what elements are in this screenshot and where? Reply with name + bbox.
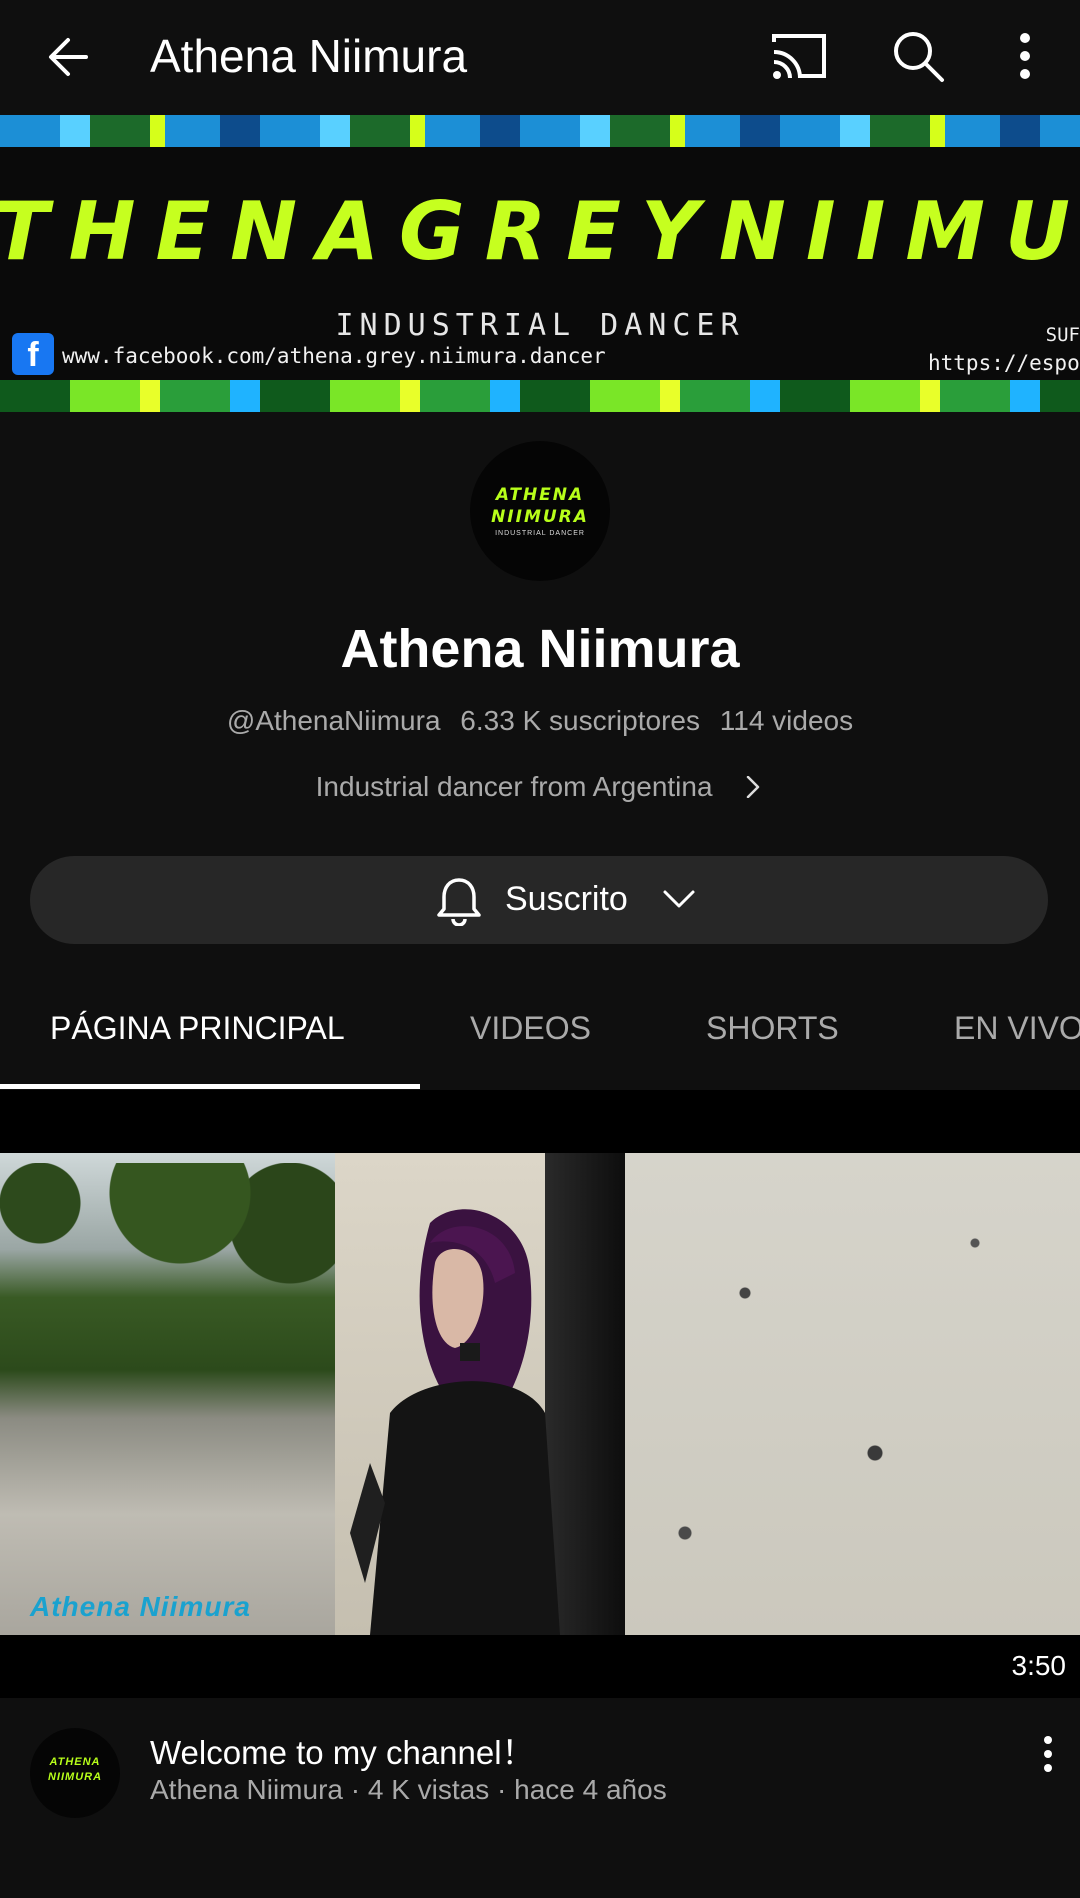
avatar-text-line2: NIIMURA: [491, 507, 589, 527]
subscribed-button[interactable]: Suscrito: [30, 856, 1048, 944]
tab-live[interactable]: EN VIVO: [954, 1010, 1080, 1047]
channel-tabs: PÁGINA PRINCIPAL VIDEOS SHORTS EN VIVO: [0, 980, 1080, 1092]
active-tab-indicator: [0, 1084, 420, 1089]
tab-videos[interactable]: VIDEOS: [470, 1010, 591, 1047]
banner-stripe-bottom: [0, 380, 1080, 412]
banner-brand-text: THENAGREYNIIMU: [0, 185, 1080, 278]
channel-name: Athena Niimura: [340, 619, 740, 679]
chevron-down-icon: [663, 890, 695, 908]
more-vert-icon[interactable]: [1036, 1734, 1060, 1774]
channel-meta: @AthenaNiimura 6.33 K suscriptores 114 v…: [0, 705, 1080, 737]
thumbnail-person: [350, 1209, 560, 1635]
video-title[interactable]: Welcome to my channel！: [150, 1726, 535, 1774]
tab-home[interactable]: PÁGINA PRINCIPAL: [50, 1010, 345, 1047]
thumbnail-trees: [0, 1163, 340, 1303]
cast-icon[interactable]: [770, 30, 830, 82]
video-info-row[interactable]: ATHENA NIIMURA Welcome to my channel！ At…: [0, 1698, 1080, 1848]
channel-handle: @AthenaNiimura: [226, 705, 441, 736]
video-meta: Athena Niimura · 4 K vistas · hace 4 año…: [150, 1774, 667, 1805]
bell-icon: [437, 878, 481, 926]
subscriber-count: 6.33 K suscriptores: [460, 705, 700, 736]
banner-stripe-top: [0, 115, 1080, 147]
video-thumbnail[interactable]: Athena Niimura: [0, 1153, 1080, 1635]
facebook-icon: f: [12, 333, 54, 375]
video-count: 114 videos: [719, 705, 854, 736]
channel-banner: THENAGREYNIIMU INDUSTRIAL DANCER f www.f…: [0, 115, 1080, 412]
subscribed-label: Suscrito: [505, 880, 628, 918]
top-app-bar: Athena Niimura: [0, 0, 1080, 115]
video-duration: 3:50: [1011, 1650, 1067, 1681]
avatar-text-line2: NIIMURA: [47, 1771, 103, 1783]
arrow-left-icon[interactable]: [40, 27, 100, 87]
avatar-text-line3: INDUSTRIAL DANCER: [495, 530, 585, 537]
chevron-right-icon: [747, 776, 760, 798]
avatar-text-line1: ATHENA: [495, 485, 585, 505]
search-icon[interactable]: [890, 28, 946, 84]
banner-right-label: SUF: [1045, 324, 1080, 346]
page-title: Athena Niimura: [150, 30, 468, 82]
avatar-text-line1: ATHENA: [49, 1756, 101, 1768]
featured-video-player[interactable]: Athena Niimura 3:50: [0, 1090, 1080, 1698]
channel-avatar[interactable]: ATHENA NIIMURA INDUSTRIAL DANCER: [470, 441, 610, 581]
thumbnail-watermark: Athena Niimura: [30, 1591, 251, 1622]
tab-shorts[interactable]: SHORTS: [706, 1010, 839, 1047]
banner-facebook-url: www.facebook.com/athena.grey.niimura.dan…: [62, 344, 606, 368]
more-vert-icon[interactable]: [1010, 28, 1040, 84]
video-channel-avatar[interactable]: ATHENA NIIMURA: [30, 1728, 120, 1818]
channel-description[interactable]: Industrial dancer from Argentina: [0, 771, 1080, 803]
channel-description-text: Industrial dancer from Argentina: [315, 771, 713, 802]
banner-subtitle: INDUSTRIAL DANCER: [335, 308, 745, 343]
thumbnail-wall-right: [625, 1153, 1080, 1635]
banner-right-url: https://espon: [928, 351, 1080, 375]
